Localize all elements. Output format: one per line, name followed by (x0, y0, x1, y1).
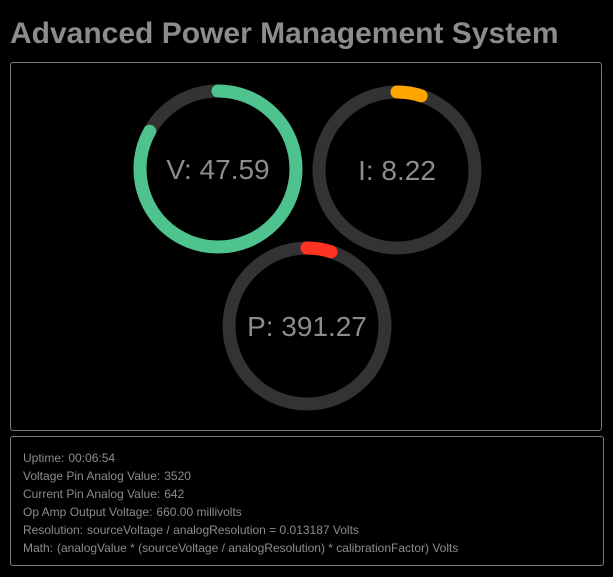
voltage-pin-value: 3520 (164, 469, 191, 483)
info-panel: Uptime: 00:06:54 Voltage Pin Analog Value… (10, 436, 604, 566)
voltage-pin-row: Voltage Pin Analog Value: 3520 (23, 467, 603, 485)
voltage-pin-label: Voltage Pin Analog Value: (23, 469, 161, 483)
current-value: I: 8.22 (358, 155, 436, 186)
resolution-label: Resolution: (23, 523, 84, 537)
power-value: P: 391.27 (247, 311, 367, 342)
voltage-gauge: V: 47.59 (133, 84, 303, 254)
resolution-value: sourceVoltage / analogResolution = 0.013… (87, 523, 359, 537)
power-gauge: P: 391.27 (222, 241, 392, 411)
gauge-panel: V: 47.59 I: 8.22 P: 391.27 (10, 62, 602, 431)
math-label: Math: (23, 541, 54, 555)
page-title: Advanced Power Management System (10, 17, 559, 50)
gauges-canvas: V: 47.59 I: 8.22 P: 391.27 (133, 84, 482, 411)
math-row: Math: (analogValue * (sourceVoltage / ana… (23, 539, 603, 557)
current-pin-label: Current Pin Analog Value: (23, 487, 161, 501)
resolution-row: Resolution: sourceVoltage / analogResolut… (23, 521, 603, 539)
math-value: (analogValue * (sourceVoltage / analogRe… (57, 541, 459, 555)
current-pin-row: Current Pin Analog Value: 642 (23, 485, 603, 503)
uptime-label: Uptime: (23, 451, 65, 465)
voltage-value: V: 47.59 (166, 154, 269, 185)
current-pin-value: 642 (164, 487, 185, 501)
op-amp-label: Op Amp Output Voltage: (23, 505, 153, 519)
uptime-row: Uptime: 00:06:54 (23, 449, 603, 467)
op-amp-value: 660.00 millivolts (156, 505, 242, 519)
current-gauge: I: 8.22 (312, 85, 482, 255)
op-amp-row: Op Amp Output Voltage: 660.00 millivolts (23, 503, 603, 521)
uptime-value: 00:06:54 (68, 451, 116, 465)
